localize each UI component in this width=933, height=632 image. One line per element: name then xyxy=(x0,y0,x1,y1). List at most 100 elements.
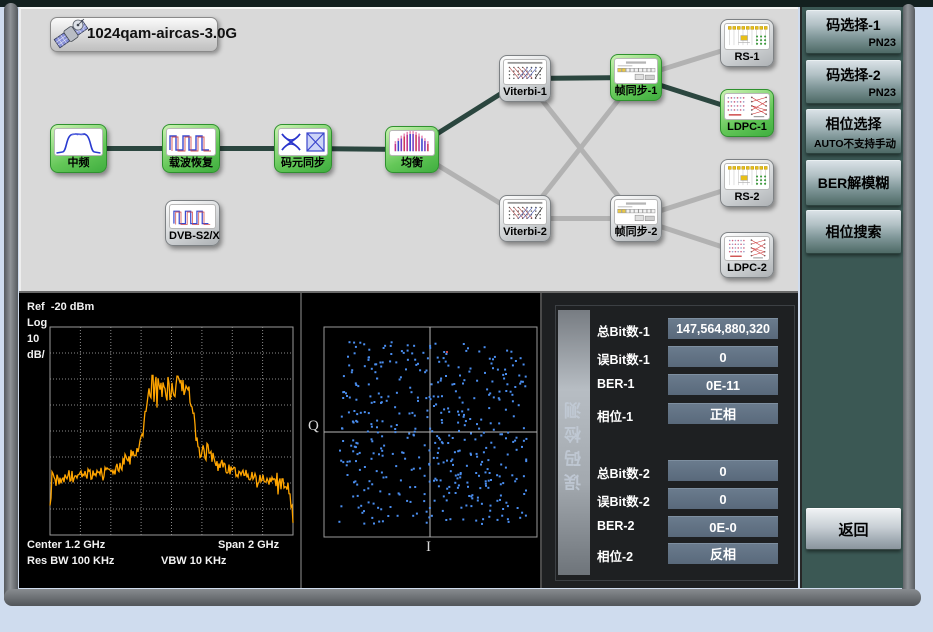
node-rs-2[interactable]: RS-2 xyxy=(720,159,774,207)
constellation-dot xyxy=(499,433,501,435)
constellation-dot xyxy=(443,408,445,410)
node-dvb-s2x[interactable]: DVB-S2/X xyxy=(165,200,220,246)
node-viterbi-1[interactable]: Viterbi-1 xyxy=(499,55,551,102)
back-button[interactable]: 返回 xyxy=(806,508,901,550)
constellation-dot xyxy=(342,461,344,463)
constellation-dot xyxy=(354,480,356,482)
constellation-dot xyxy=(407,344,409,346)
spectrum-rbw: Res BW 100 KHz xyxy=(27,555,114,567)
constellation-panel: Q I xyxy=(302,293,540,588)
constellation-dot xyxy=(523,440,525,442)
constellation-dot xyxy=(363,343,365,345)
node-symbol-sync[interactable]: 码元同步 xyxy=(274,124,332,173)
node-ldpc-2[interactable]: LDPC-2 xyxy=(720,232,774,278)
ber-label-总Bit数-1: 总Bit数-1 xyxy=(597,321,669,340)
constellation-dot xyxy=(469,418,471,420)
constellation-dot xyxy=(462,383,464,385)
constellation-dot xyxy=(478,475,480,477)
constellation-dot xyxy=(488,516,490,518)
code-select-2-button[interactable]: 码选择-2PN23 xyxy=(806,60,901,104)
constellation-dot xyxy=(371,426,373,428)
constellation-dot xyxy=(479,487,481,489)
node-equalizer[interactable]: 均衡 xyxy=(385,126,439,173)
node-label: 码元同步 xyxy=(278,156,328,172)
constellation-dot xyxy=(471,494,473,496)
constellation-dot xyxy=(525,459,527,461)
constellation-dot xyxy=(347,474,349,476)
node-ldpc-1[interactable]: LDPC-1 xyxy=(720,89,774,137)
constellation-dot xyxy=(523,493,525,495)
constellation-dot xyxy=(404,458,406,460)
constellation-dot xyxy=(455,390,457,392)
constellation-dot xyxy=(382,520,384,522)
constellation-dot xyxy=(426,370,428,372)
constellation-dot xyxy=(382,361,384,363)
ber-label-BER-1: BER-1 xyxy=(597,377,669,391)
constellation-dot xyxy=(514,386,516,388)
signal-title-button[interactable]: 1024qam-aircas-3.0G xyxy=(50,17,218,52)
node-rs-1[interactable]: RS-1 xyxy=(720,19,774,67)
constellation-dot xyxy=(338,521,340,523)
constellation-dot xyxy=(447,442,449,444)
node-if[interactable]: 中频 xyxy=(50,124,107,173)
constellation-dot xyxy=(448,486,450,488)
constellation-dot xyxy=(524,385,526,387)
constellation-dot xyxy=(426,416,428,418)
constellation-dot xyxy=(357,495,359,497)
bottom-panels: Ref -20 dBm Log 10 dB/ Center 1.2 GHz Sp… xyxy=(19,293,798,588)
constellation-dot xyxy=(436,457,438,459)
constellation-dot xyxy=(359,342,361,344)
constellation-dot xyxy=(380,508,382,510)
constellation-dot xyxy=(433,395,435,397)
constellation-dot xyxy=(447,407,449,409)
constellation-dot xyxy=(480,435,482,437)
constellation-dot xyxy=(440,479,442,481)
constellation-dot xyxy=(476,456,478,458)
ber-deambiguity-button[interactable]: BER解模糊 xyxy=(806,160,901,206)
node-frame-sync-2[interactable]: 帧同步-2 xyxy=(610,195,662,242)
constellation-dot xyxy=(355,346,357,348)
constellation-dot xyxy=(390,345,392,347)
button-label: BER解模糊 xyxy=(818,173,890,193)
window-frame-bottom xyxy=(4,589,921,606)
code-select-1-button[interactable]: 码选择-1PN23 xyxy=(806,10,901,54)
constellation-dot xyxy=(491,363,493,365)
node-viterbi-2[interactable]: Viterbi-2 xyxy=(499,195,551,242)
constellation-dot xyxy=(467,409,469,411)
constellation-dot xyxy=(367,487,369,489)
constellation-dot xyxy=(500,483,502,485)
constellation-dot xyxy=(496,500,498,502)
constellation-dot xyxy=(376,420,378,422)
bandpass-icon xyxy=(54,128,103,156)
constellation-dot xyxy=(381,450,383,452)
constellation-dot xyxy=(380,396,382,398)
node-carrier-recovery[interactable]: 载波恢复 xyxy=(162,124,220,173)
constellation-dot xyxy=(516,449,518,451)
constellation-dot xyxy=(492,367,494,369)
phase-select-button[interactable]: 相位选择AUTO不支持手动 xyxy=(806,109,901,154)
constellation-dot xyxy=(470,433,472,435)
constellation-dot xyxy=(482,518,484,520)
constellation-dot xyxy=(486,388,488,390)
constellation-dot xyxy=(446,488,448,490)
constellation-dot xyxy=(436,435,438,437)
constellation-dot xyxy=(382,420,384,422)
constellation-dot xyxy=(459,397,461,399)
constellation-dot xyxy=(466,482,468,484)
constellation-dot xyxy=(417,400,419,402)
constellation-dot xyxy=(345,392,347,394)
constellation-dot xyxy=(371,440,373,442)
constellation-dot xyxy=(507,505,509,507)
constellation-dot xyxy=(518,375,520,377)
constellation-dot xyxy=(523,475,525,477)
phase-search-button[interactable]: 相位搜索 xyxy=(806,210,901,254)
constellation-dot xyxy=(416,513,418,515)
q-axis-label: Q xyxy=(308,418,319,435)
constellation-dot xyxy=(427,357,429,359)
constellation-dot xyxy=(357,385,359,387)
node-frame-sync-1[interactable]: 帧同步-1 xyxy=(610,54,662,101)
constellation-dot xyxy=(423,500,425,502)
constellation-dot xyxy=(357,453,359,455)
constellation-dot xyxy=(506,383,508,385)
constellation-dot xyxy=(435,403,437,405)
